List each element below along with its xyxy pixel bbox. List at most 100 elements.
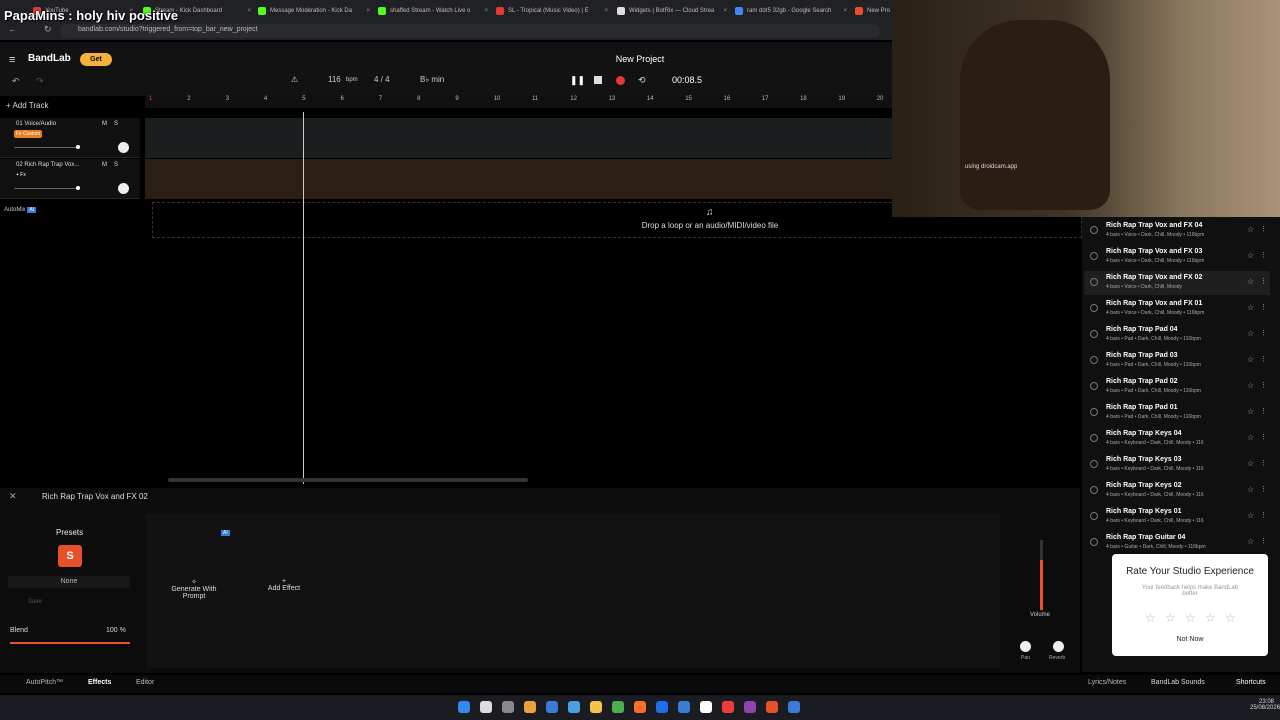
play-preview-icon[interactable] <box>1090 486 1098 494</box>
taskbar-app-icon[interactable] <box>656 701 668 713</box>
effects-tab[interactable]: Effects <box>88 679 111 686</box>
more-options-icon[interactable]: ⋮ <box>1260 459 1267 467</box>
favorite-star-icon[interactable]: ☆ <box>1247 537 1254 546</box>
favorite-star-icon[interactable]: ☆ <box>1247 277 1254 286</box>
playhead[interactable] <box>303 112 304 484</box>
rating-star-icon[interactable]: ☆ <box>1205 611 1216 625</box>
track-volume-slider[interactable] <box>14 188 78 189</box>
favorite-star-icon[interactable]: ☆ <box>1247 407 1254 416</box>
get-membership-button[interactable]: Get <box>80 53 112 66</box>
taskbar-app-icon[interactable] <box>502 701 514 713</box>
more-options-icon[interactable]: ⋮ <box>1260 407 1267 415</box>
menu-icon[interactable]: ≡ <box>9 54 15 66</box>
play-preview-icon[interactable] <box>1090 512 1098 520</box>
play-preview-icon[interactable] <box>1090 278 1098 286</box>
rating-star-icon[interactable]: ☆ <box>1145 611 1156 625</box>
browser-tab[interactable]: Widgets | BotRix — Cloud Strea × <box>617 3 727 19</box>
more-options-icon[interactable]: ⋮ <box>1260 251 1267 259</box>
tab-close-icon[interactable]: × <box>366 8 370 14</box>
reload-icon[interactable]: ↻ <box>44 24 52 35</box>
browser-tab[interactable]: Message Moderation - Kick Da × <box>258 3 370 19</box>
loop-icon[interactable]: ⟲ <box>638 75 646 86</box>
play-preview-icon[interactable] <box>1090 330 1098 338</box>
play-preview-icon[interactable] <box>1090 356 1098 364</box>
play-preview-icon[interactable] <box>1090 252 1098 260</box>
play-preview-icon[interactable] <box>1090 304 1098 312</box>
solo-button[interactable]: S <box>114 121 118 127</box>
solo-button[interactable]: S <box>114 162 118 168</box>
more-options-icon[interactable]: ⋮ <box>1260 277 1267 285</box>
sound-item[interactable]: Rich Rap Trap Guitar 04 4 bars • Guitar •… <box>1084 531 1270 555</box>
play-preview-icon[interactable] <box>1090 434 1098 442</box>
timeline-ruler[interactable]: 1 2 3 4 5 6 7 8 9 10 11 12 13 14 15 16 17 18 19 20 <box>145 96 892 108</box>
not-now-button[interactable]: Not Now <box>1160 636 1220 643</box>
favorite-star-icon[interactable]: ☆ <box>1247 381 1254 390</box>
favorite-star-icon[interactable]: ☆ <box>1247 355 1254 364</box>
sound-item[interactable]: Rich Rap Trap Vox and FX 04 4 bars • Voic… <box>1084 219 1270 243</box>
project-title[interactable]: New Project <box>590 54 690 64</box>
tempo-value[interactable]: 116 <box>328 75 341 87</box>
editor-tab[interactable]: Editor <box>136 679 154 686</box>
sound-item[interactable]: Rich Rap Trap Vox and FX 02 4 bars • Voic… <box>1084 271 1270 295</box>
play-preview-icon[interactable] <box>1090 408 1098 416</box>
more-options-icon[interactable]: ⋮ <box>1260 381 1267 389</box>
sound-item[interactable]: Rich Rap Trap Keys 01 4 bars • Keyboard •… <box>1084 505 1270 529</box>
more-options-icon[interactable]: ⋮ <box>1260 225 1267 233</box>
browser-tab[interactable]: shaffed Stream - Watch Live o × <box>378 3 488 19</box>
undo-icon[interactable]: ↶ <box>12 76 20 87</box>
horizontal-scrollbar[interactable] <box>168 478 528 482</box>
pause-button[interactable]: ❚❚ <box>570 75 585 86</box>
play-preview-icon[interactable] <box>1090 538 1098 546</box>
bandlab-sounds-button[interactable]: BandLab Sounds <box>1151 679 1205 686</box>
slider-handle[interactable] <box>76 145 80 149</box>
record-button[interactable] <box>616 76 625 85</box>
redo-icon[interactable]: ↷ <box>36 76 44 87</box>
more-options-icon[interactable]: ⋮ <box>1260 303 1267 311</box>
sound-item[interactable]: Rich Rap Trap Pad 04 4 bars • Pad • Dark,… <box>1084 323 1270 347</box>
more-options-icon[interactable]: ⋮ <box>1260 355 1267 363</box>
reverb-knob[interactable] <box>1053 641 1064 652</box>
sound-item[interactable]: Rich Rap Trap Pad 01 4 bars • Pad • Dark,… <box>1084 401 1270 425</box>
play-preview-icon[interactable] <box>1090 382 1098 390</box>
save-preset-button[interactable]: Save <box>28 599 42 605</box>
track-header-1[interactable]: 01 Voice/Audio Fx Custom M S <box>0 118 140 158</box>
sound-item[interactable]: Rich Rap Trap Keys 02 4 bars • Keyboard •… <box>1084 479 1270 503</box>
add-effect-button[interactable]: + Add Effect <box>264 578 304 592</box>
sound-item[interactable]: Rich Rap Trap Keys 04 4 bars • Keyboard •… <box>1084 427 1270 451</box>
play-preview-icon[interactable] <box>1090 226 1098 234</box>
favorite-star-icon[interactable]: ☆ <box>1247 225 1254 234</box>
preset-selector[interactable]: None <box>8 576 130 588</box>
rating-star-icon[interactable]: ☆ <box>1185 611 1196 625</box>
sound-item[interactable]: Rich Rap Trap Keys 03 4 bars • Keyboard •… <box>1084 453 1270 477</box>
taskbar-app-icon[interactable] <box>590 701 602 713</box>
taskbar-app-icon[interactable] <box>524 701 536 713</box>
mute-button[interactable]: M <box>102 162 107 168</box>
taskbar-app-icon[interactable] <box>458 701 470 713</box>
sound-item[interactable]: Rich Rap Trap Pad 03 4 bars • Pad • Dark,… <box>1084 349 1270 373</box>
rating-star-icon[interactable]: ☆ <box>1225 611 1236 625</box>
shortcuts-button[interactable]: Shortcuts <box>1236 679 1266 686</box>
bandlab-logo[interactable]: BandLab <box>28 53 71 64</box>
taskbar-app-icon[interactable] <box>766 701 778 713</box>
stop-button[interactable] <box>594 76 602 84</box>
tab-close-icon[interactable]: × <box>723 8 727 14</box>
taskbar-app-icon[interactable] <box>480 701 492 713</box>
rating-star-icon[interactable]: ☆ <box>1165 611 1176 625</box>
metronome-icon[interactable]: ⚠ <box>291 75 298 87</box>
tab-close-icon[interactable]: × <box>604 8 608 14</box>
back-icon[interactable]: ← <box>8 24 17 34</box>
favorite-star-icon[interactable]: ☆ <box>1247 485 1254 494</box>
sound-item[interactable]: Rich Rap Trap Pad 02 4 bars • Pad • Dark,… <box>1084 375 1270 399</box>
favorite-star-icon[interactable]: ☆ <box>1247 459 1254 468</box>
taskbar-app-icon[interactable] <box>700 701 712 713</box>
taskbar-app-icon[interactable] <box>678 701 690 713</box>
browser-tab[interactable]: New Pro <box>855 3 891 19</box>
tab-close-icon[interactable]: × <box>484 8 488 14</box>
time-signature[interactable]: 4 / 4 <box>374 75 390 87</box>
more-options-icon[interactable]: ⋮ <box>1260 511 1267 519</box>
generate-with-prompt-button[interactable]: ✧ Generate With Prompt <box>164 578 224 600</box>
lyrics-notes-button[interactable]: Lyrics/Notes <box>1088 679 1126 686</box>
tab-close-icon[interactable]: × <box>843 8 847 14</box>
track-fx-badge[interactable]: Fx Custom <box>14 130 43 138</box>
track-lane-2[interactable] <box>145 159 892 199</box>
